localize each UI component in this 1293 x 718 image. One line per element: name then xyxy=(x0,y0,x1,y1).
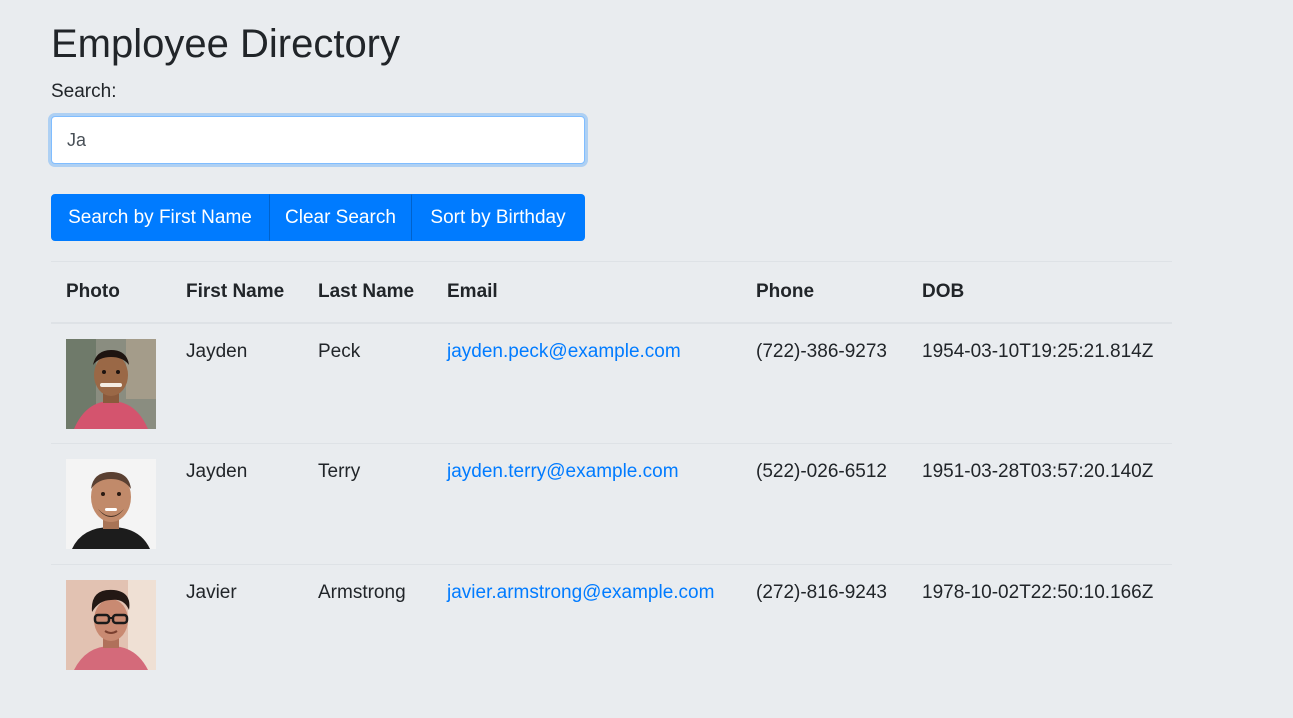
first-name-cell: Jayden xyxy=(171,443,303,565)
table-row: Jayden Terry jayden.terry@example.com (5… xyxy=(51,443,1172,565)
column-header-phone: Phone xyxy=(741,261,907,324)
email-link[interactable]: jayden.terry@example.com xyxy=(447,461,679,482)
search-by-first-name-button[interactable]: Search by First Name xyxy=(51,194,269,241)
phone-cell: (272)-816-9243 xyxy=(741,564,907,686)
dob-cell: 1951-03-28T03:57:20.140Z xyxy=(907,443,1172,565)
email-cell: jayden.peck@example.com xyxy=(432,322,741,444)
photo-cell xyxy=(51,322,171,444)
clear-search-button[interactable]: Clear Search xyxy=(269,194,411,241)
last-name-cell: Terry xyxy=(303,443,432,565)
search-label: Search: xyxy=(51,81,117,102)
photo-cell xyxy=(51,564,171,686)
phone-cell: (722)-386-9273 xyxy=(741,322,907,444)
page-title: Employee Directory xyxy=(51,22,401,66)
photo-cell xyxy=(51,443,171,565)
email-link[interactable]: javier.armstrong@example.com xyxy=(447,582,714,603)
email-link[interactable]: jayden.peck@example.com xyxy=(447,341,681,362)
dob-cell: 1954-03-10T19:25:21.814Z xyxy=(907,322,1172,444)
table-row: Jayden Peck jayden.peck@example.com (722… xyxy=(51,322,1172,444)
employee-photo xyxy=(66,580,156,670)
table-header-row: Photo First Name Last Name Email Phone D… xyxy=(51,261,1172,324)
first-name-cell: Javier xyxy=(171,564,303,686)
column-header-email: Email xyxy=(432,261,741,324)
employee-photo xyxy=(66,338,156,429)
table-row: Javier Armstrong javier.armstrong@exampl… xyxy=(51,564,1172,686)
last-name-cell: Peck xyxy=(303,322,432,444)
email-cell: jayden.terry@example.com xyxy=(432,443,741,565)
phone-cell: (522)-026-6512 xyxy=(741,443,907,565)
first-name-cell: Jayden xyxy=(171,322,303,444)
last-name-cell: Armstrong xyxy=(303,564,432,686)
employee-table: Photo First Name Last Name Email Phone D… xyxy=(51,261,1172,686)
column-header-first-name: First Name xyxy=(171,261,303,324)
employee-photo xyxy=(66,459,156,549)
column-header-photo: Photo xyxy=(51,261,171,324)
dob-cell: 1978-10-02T22:50:10.166Z xyxy=(907,564,1172,686)
email-cell: javier.armstrong@example.com xyxy=(432,564,741,686)
sort-by-birthday-button[interactable]: Sort by Birthday xyxy=(411,194,585,241)
column-header-dob: DOB xyxy=(907,261,1172,324)
search-input[interactable] xyxy=(51,116,585,164)
column-header-last-name: Last Name xyxy=(303,261,432,324)
button-group: Search by First Name Clear Search Sort b… xyxy=(51,194,585,241)
